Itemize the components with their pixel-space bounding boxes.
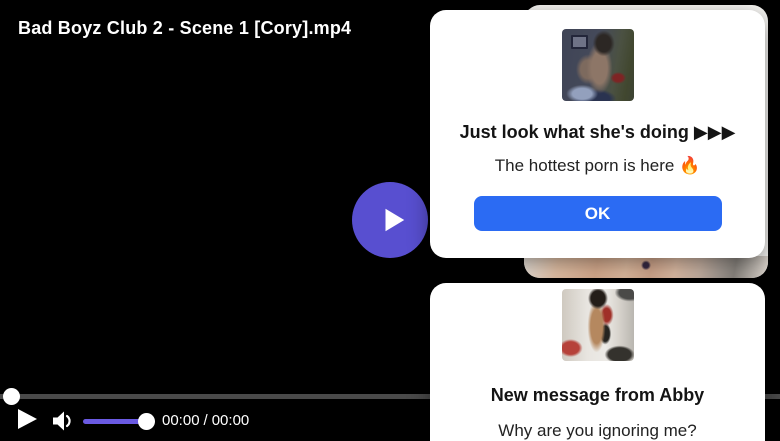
popup-message-thumbnail[interactable] — [561, 289, 634, 361]
popup-promo: Just look what she's doing ▶▶▶ The hotte… — [430, 10, 765, 258]
time-display: 00:00/00:00 — [162, 412, 249, 429]
duration: 00:00 — [211, 412, 250, 429]
popup-message-subtitle: Why are you ignoring me? — [498, 421, 697, 440]
background-ad-photo — [524, 256, 768, 278]
video-title: Bad Boyz Club 2 - Scene 1 [Cory].mp4 — [18, 18, 352, 38]
volume-thumb[interactable] — [138, 413, 155, 430]
play-button[interactable] — [18, 409, 37, 429]
popup-message-title: New message from Abby — [490, 385, 705, 405]
popup-promo-thumbnail[interactable] — [561, 29, 634, 101]
volume-fill — [83, 419, 146, 424]
volume-icon — [53, 411, 71, 431]
volume-slider[interactable] — [83, 413, 155, 430]
video-player-stage: Bad Boyz Club 2 - Scene 1 [Cory].mp4 Jus… — [0, 0, 780, 441]
popup-promo-subtitle: The hottest porn is here 🔥 — [494, 156, 701, 175]
volume-button[interactable] — [51, 408, 75, 434]
popup-message: New message from Abby Why are you ignori… — [430, 283, 765, 441]
popup-promo-title: Just look what she's doing ▶▶▶ — [459, 122, 736, 142]
big-play-button[interactable] — [352, 182, 428, 258]
current-time: 00:00 — [162, 412, 200, 429]
time-separator: / — [203, 412, 208, 429]
ok-button[interactable]: OK — [473, 196, 722, 231]
play-icon — [385, 208, 404, 232]
player-controls: 00:00/00:00 — [0, 403, 430, 441]
